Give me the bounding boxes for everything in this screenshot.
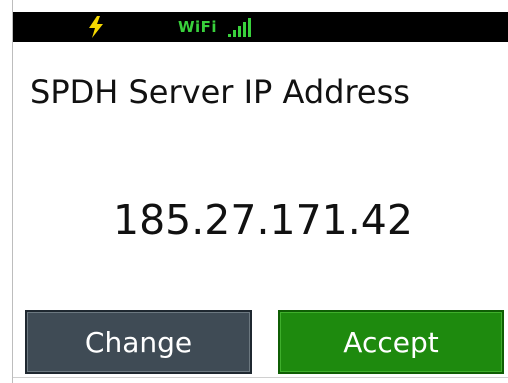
bottom-divider	[13, 377, 508, 378]
status-bar: WiFi	[13, 12, 508, 42]
accept-button[interactable]: Accept	[278, 310, 504, 374]
change-button[interactable]: Change	[25, 310, 252, 374]
signal-strength-icon	[228, 18, 252, 38]
wifi-label: WiFi	[178, 18, 218, 36]
charging-bolt-icon	[86, 16, 106, 38]
screen-left-edge	[0, 0, 13, 383]
server-ip-address: 185.27.171.42	[113, 196, 413, 244]
accept-button-label: Accept	[343, 325, 439, 359]
page-title: SPDH Server IP Address	[30, 73, 410, 111]
change-button-label: Change	[84, 325, 193, 359]
